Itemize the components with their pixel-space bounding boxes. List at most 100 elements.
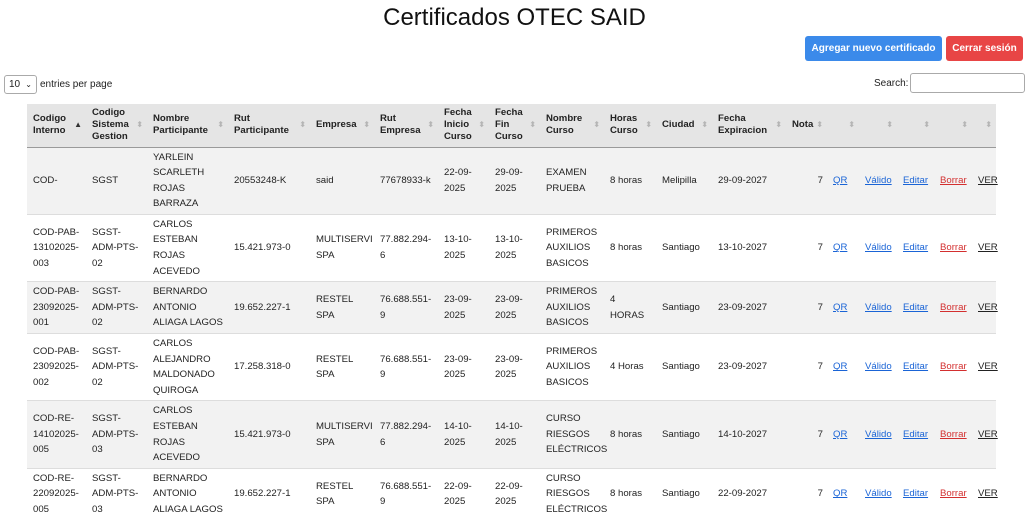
delete-link[interactable]: Borrar — [940, 302, 967, 313]
edit-link[interactable]: Editar — [903, 429, 928, 440]
entries-per-page-select[interactable]: 10 ⌄ — [4, 75, 37, 94]
edit-link[interactable]: Editar — [903, 361, 928, 372]
rut-empresa-cell: 76.688.551-9 — [374, 333, 438, 401]
codigo-interno-cell: COD- — [27, 146, 86, 215]
delete-link[interactable]: Borrar — [940, 175, 967, 186]
column-header-15[interactable]: ⬍ — [859, 104, 897, 148]
empresa-cell: MULTISERVI SPA — [310, 400, 374, 469]
column-header-6[interactable]: Rut Empresa ⬍ — [374, 104, 438, 148]
view-link[interactable]: VER — [978, 242, 998, 253]
column-header-17[interactable]: ⬍ — [934, 104, 972, 148]
view-link[interactable]: VER — [978, 488, 998, 499]
action-cell: Válido — [859, 146, 897, 215]
horas-curso-cell: 4 HORAS — [604, 281, 656, 334]
column-header-12[interactable]: Fecha Expiracion ⬍ — [712, 104, 786, 148]
ciudad-cell: Santiago — [656, 467, 712, 520]
view-link[interactable]: VER — [978, 175, 998, 186]
fecha-inicio-cell: 23-09-2025 — [438, 281, 489, 334]
column-header-13[interactable]: Nota ⬍ — [786, 104, 827, 148]
column-header-7[interactable]: Fecha Inicio Curso ⬍ — [438, 104, 489, 148]
search-input[interactable] — [910, 73, 1026, 93]
column-header-9[interactable]: Nombre Curso ⬍ — [540, 104, 604, 148]
column-header-14[interactable]: ⬍ — [827, 104, 859, 148]
nombre-curso-cell: PRIMEROS AUXILIOS BASICOS — [540, 281, 604, 334]
delete-link[interactable]: Borrar — [940, 242, 967, 253]
table-row: COD-RE-22092025-005 SGST-ADM-PTS-03 BERNAR… — [27, 467, 998, 520]
sort-icon: ⬍ — [923, 120, 930, 130]
view-link[interactable]: VER — [978, 429, 998, 440]
empresa-cell: RESTEL SPA — [310, 467, 374, 520]
column-header-2[interactable]: Codigo Sistema Gestion ⬍ — [86, 104, 147, 148]
column-header-label: Codigo Sistema Gestion — [92, 107, 129, 143]
action-cell: Válido — [859, 333, 897, 401]
column-header-16[interactable]: ⬍ — [897, 104, 934, 148]
column-header-1[interactable]: Codigo Interno ▲ — [27, 104, 86, 148]
qr-link[interactable]: QR — [833, 429, 847, 440]
column-header-11[interactable]: Ciudad ⬍ — [656, 104, 712, 148]
sort-icon: ⬍ — [593, 120, 600, 130]
rut-empresa-cell: 77.882.294-6 — [374, 213, 438, 282]
sort-ascending-icon: ▲ — [74, 120, 82, 130]
delete-link[interactable]: Borrar — [940, 488, 967, 499]
ciudad-cell: Santiago — [656, 213, 712, 282]
action-cell: VER — [972, 281, 998, 334]
valido-link[interactable]: Válido — [865, 361, 892, 372]
nota-cell: 7 — [786, 400, 827, 469]
codigo-sistema-cell: SGST-ADM-PTS-03 — [86, 467, 147, 520]
codigo-sistema-cell: SGST-ADM-PTS-02 — [86, 213, 147, 282]
column-header-8[interactable]: Fecha Fin Curso ⬍ — [489, 104, 540, 148]
ciudad-cell: Santiago — [656, 281, 712, 334]
column-header-10[interactable]: Horas Curso ⬍ — [604, 104, 656, 148]
view-link[interactable]: VER — [978, 302, 998, 313]
edit-link[interactable]: Editar — [903, 175, 928, 186]
action-cell: QR — [827, 146, 859, 215]
nombre-curso-cell: CURSO RIESGOS ELÉCTRICOS — [540, 400, 607, 469]
qr-link[interactable]: QR — [833, 302, 847, 313]
fecha-inicio-cell: 14-10-2025 — [438, 400, 489, 469]
fecha-fin-cell: 13-10-2025 — [489, 213, 540, 282]
valido-link[interactable]: Válido — [865, 302, 892, 313]
rut-participante-cell: 19.652.227-1 — [228, 467, 310, 520]
action-cell: VER — [972, 333, 998, 401]
qr-link[interactable]: QR — [833, 361, 847, 372]
sort-icon: ⬍ — [775, 120, 782, 130]
sort-icon: ⬍ — [701, 120, 708, 130]
chevron-down-icon: ⌄ — [25, 80, 32, 89]
codigo-interno-cell: COD-PAB-13102025-003 — [27, 213, 86, 282]
fecha-fin-cell: 29-09-2025 — [489, 146, 540, 215]
table-header-row: Codigo Interno ▲ Codigo Sistema Gestion ⬍ No… — [27, 104, 996, 148]
add-certificate-button[interactable]: Agregar nuevo certificado — [805, 36, 942, 61]
valido-link[interactable]: Válido — [865, 175, 892, 186]
delete-link[interactable]: Borrar — [940, 361, 967, 372]
action-cell: Borrar — [934, 146, 972, 215]
column-header-3[interactable]: Nombre Participante ⬍ — [147, 104, 228, 148]
logout-button[interactable]: Cerrar sesión — [946, 36, 1023, 61]
qr-link[interactable]: QR — [833, 242, 847, 253]
valido-link[interactable]: Válido — [865, 242, 892, 253]
column-header-label: Fecha Inicio Curso — [444, 107, 472, 143]
certificates-table-container: Codigo Interno ▲ Codigo Sistema Gestion ⬍ No… — [27, 104, 998, 520]
column-header-18[interactable]: ⬍ — [972, 104, 996, 148]
qr-link[interactable]: QR — [833, 175, 847, 186]
edit-link[interactable]: Editar — [903, 488, 928, 499]
valido-link[interactable]: Válido — [865, 429, 892, 440]
edit-link[interactable]: Editar — [903, 302, 928, 313]
fecha-inicio-cell: 23-09-2025 — [438, 333, 489, 401]
action-cell: Editar — [897, 333, 934, 401]
nombre-participante-cell: CARLOS ALEJANDRO MALDONADO QUIROGA — [147, 333, 228, 401]
delete-link[interactable]: Borrar — [940, 429, 967, 440]
rut-participante-cell: 15.421.973-0 — [228, 213, 310, 282]
edit-link[interactable]: Editar — [903, 242, 928, 253]
nombre-participante-cell: BERNARDO ANTONIO ALIAGA LAGOS — [147, 281, 228, 334]
qr-link[interactable]: QR — [833, 488, 847, 499]
valido-link[interactable]: Válido — [865, 488, 892, 499]
action-cell: QR — [827, 213, 859, 282]
view-link[interactable]: VER — [978, 361, 998, 372]
column-header-4[interactable]: Rut Participante ⬍ — [228, 104, 310, 148]
column-header-label: Codigo Interno — [33, 113, 67, 137]
column-header-5[interactable]: Empresa ⬍ — [310, 104, 374, 148]
fecha-fin-cell: 23-09-2025 — [489, 333, 540, 401]
sort-icon: ⬍ — [136, 120, 143, 130]
table-row: COD-RE-14102025-005 SGST-ADM-PTS-03 CARLOS… — [27, 400, 998, 469]
codigo-interno-cell: COD-PAB-23092025-002 — [27, 333, 86, 401]
